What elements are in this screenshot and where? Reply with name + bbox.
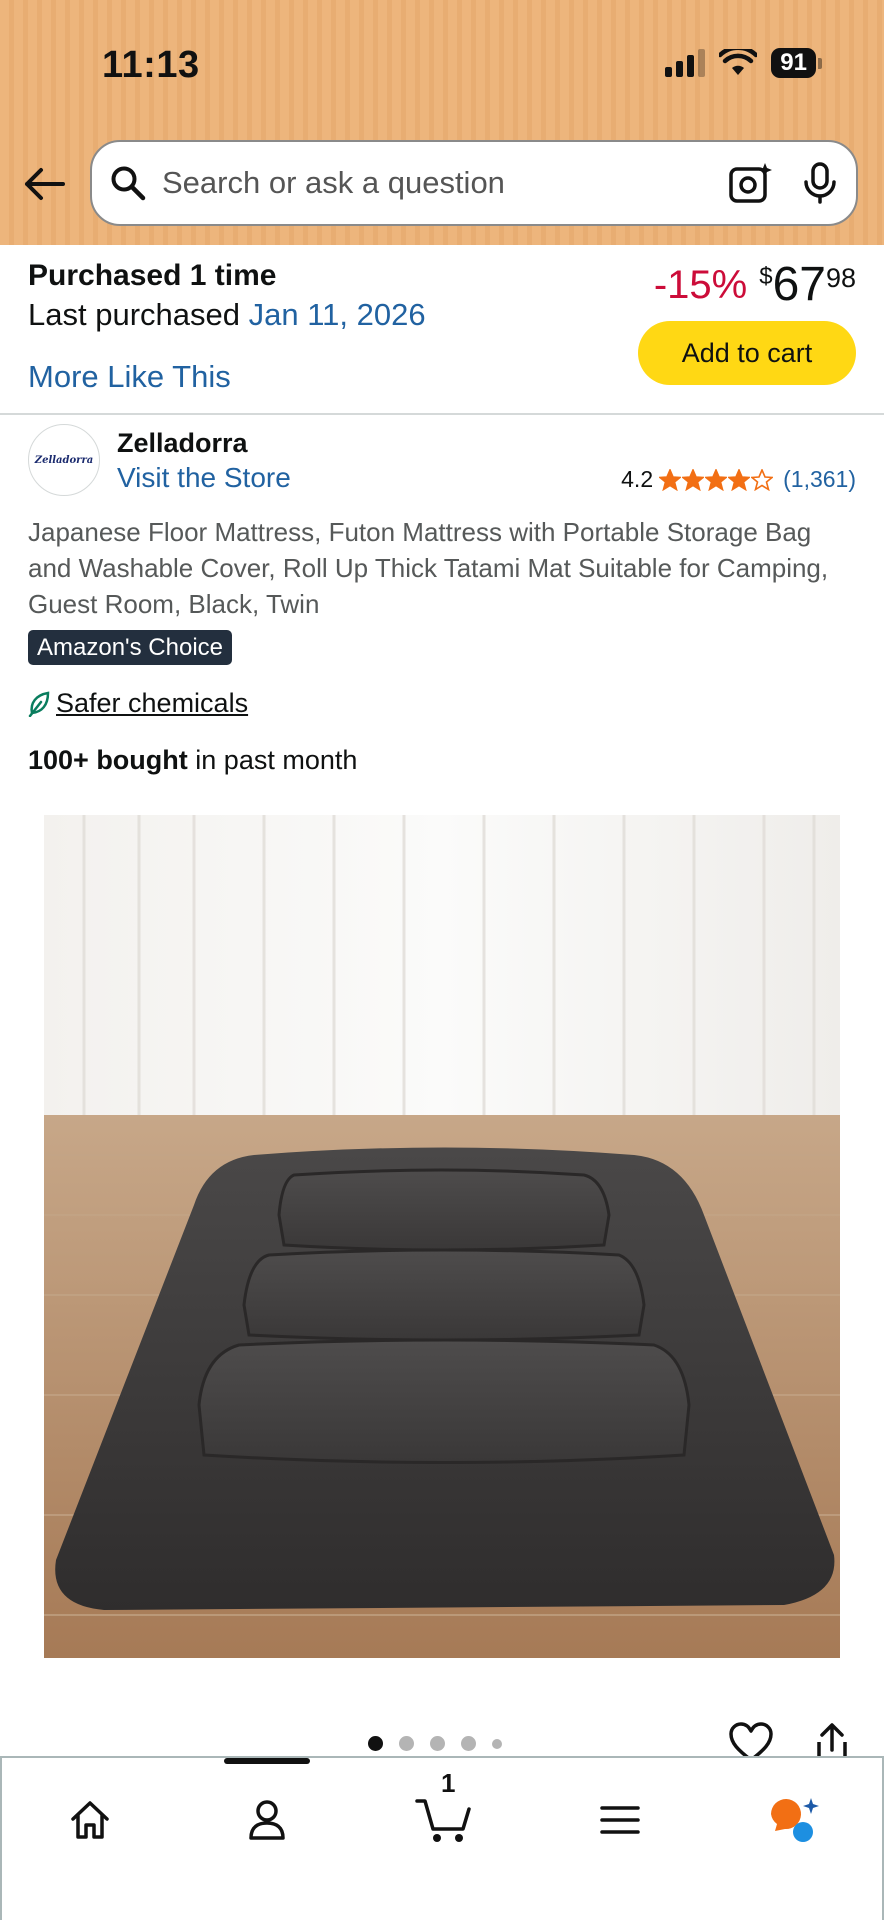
safer-chemicals-label[interactable]: Safer chemicals	[56, 688, 248, 719]
price-whole: 67	[772, 258, 826, 311]
back-arrow-icon	[25, 168, 65, 200]
nav-home[interactable]	[50, 1780, 130, 1860]
safer-chemicals[interactable]: Safer chemicals	[28, 688, 248, 719]
star-icon	[659, 468, 682, 491]
back-button[interactable]	[22, 162, 66, 206]
microphone-icon[interactable]	[802, 161, 838, 205]
rating[interactable]: 4.2 (1,361)	[621, 466, 856, 493]
store-logo-text: Zelladorra	[34, 454, 94, 466]
carousel-dot[interactable]	[461, 1736, 476, 1751]
star-icon	[682, 468, 705, 491]
more-like-this-link[interactable]: More Like This	[28, 359, 231, 395]
nav-menu[interactable]	[580, 1780, 660, 1860]
bought-period: in past month	[187, 745, 358, 775]
star-icon	[728, 468, 751, 491]
cart-icon	[415, 1799, 471, 1842]
wifi-icon	[719, 49, 758, 75]
home-icon	[71, 1801, 109, 1839]
carousel-dots[interactable]	[368, 1736, 502, 1751]
battery-level: 91	[771, 48, 816, 78]
add-to-cart-button[interactable]: Add to cart	[638, 321, 856, 385]
leaf-icon	[28, 691, 50, 717]
rating-stars	[659, 468, 774, 491]
account-icon	[249, 1800, 285, 1840]
star-icon	[705, 468, 728, 491]
rating-count[interactable]: (1,361)	[783, 466, 856, 493]
search-icon	[110, 165, 146, 201]
search-input[interactable]: Search or ask a question	[162, 165, 728, 201]
carousel-dot[interactable]	[492, 1738, 502, 1749]
star-icon	[751, 468, 774, 491]
nav-active-indicator	[224, 1758, 310, 1764]
product-image[interactable]	[44, 815, 840, 1658]
carousel-dot[interactable]	[368, 1736, 383, 1751]
rufus-icon	[771, 1798, 819, 1842]
last-purchased-date[interactable]: Jan 11, 2026	[249, 297, 426, 332]
bottom-nav: 1	[0, 1756, 884, 1920]
status-time: 11:13	[102, 44, 200, 86]
purchased-times: Purchased 1 time	[28, 259, 277, 292]
amazons-choice-badge[interactable]: Amazon's Choice	[28, 630, 232, 665]
cart-count: 1	[441, 1768, 456, 1798]
cellular-signal-icon	[665, 49, 706, 77]
price-fraction: 98	[825, 263, 856, 293]
store-name: Zelladorra	[117, 428, 248, 458]
carousel-dot[interactable]	[399, 1736, 414, 1751]
discount-percent: -15%	[653, 263, 748, 307]
product-title: Japanese Floor Mattress, Futon Mattress …	[28, 517, 829, 619]
nav-rufus[interactable]	[754, 1780, 834, 1860]
search-bar[interactable]: Search or ask a question	[90, 140, 858, 226]
status-icons: 91	[665, 48, 822, 78]
bought-count: 100+ bought	[28, 745, 188, 775]
menu-icon	[600, 1806, 640, 1834]
bought-in-past-month: 100+ bought in past month	[28, 745, 357, 776]
visit-store-link[interactable]: Visit the Store	[117, 462, 291, 494]
last-purchased-label: Last purchased	[28, 297, 240, 332]
battery-icon: 91	[771, 48, 822, 78]
last-purchased: Last purchased Jan 11, 2026	[28, 297, 426, 333]
rating-value: 4.2	[621, 466, 654, 492]
camera-lens-icon[interactable]	[728, 161, 772, 205]
nav-account[interactable]	[227, 1780, 307, 1860]
carousel-dot[interactable]	[430, 1736, 445, 1751]
price: -15% $ 67 98	[654, 259, 856, 311]
store-logo[interactable]: Zelladorra	[28, 424, 100, 496]
header: 11:13 91 Search or ask a question	[0, 0, 884, 245]
price-currency: $	[759, 263, 773, 290]
purchase-history-strip: Purchased 1 time Last purchased Jan 11, …	[0, 245, 884, 415]
